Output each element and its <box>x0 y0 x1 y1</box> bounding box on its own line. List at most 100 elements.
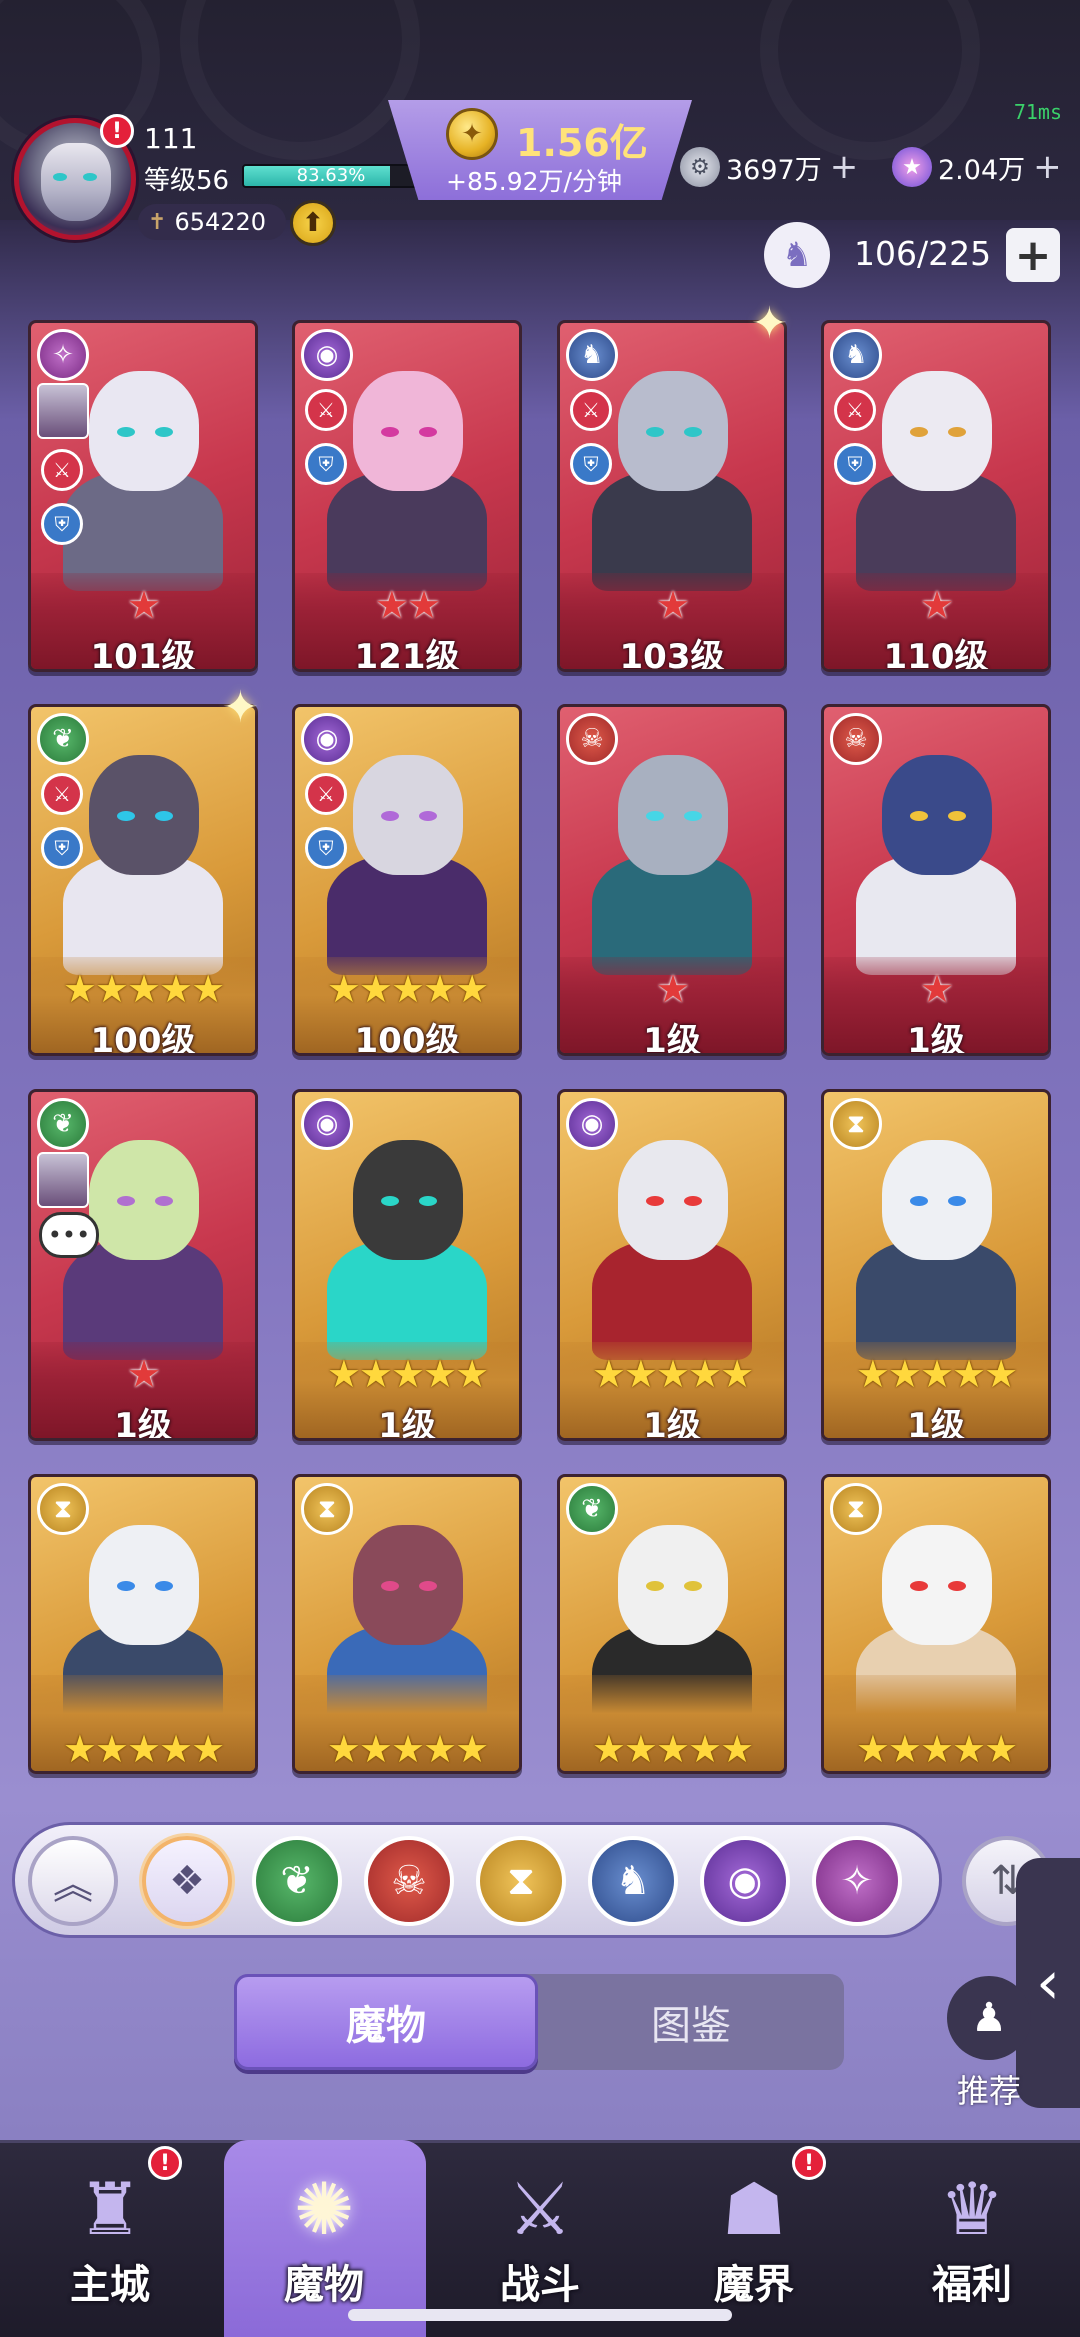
defense-role-icon: ⛨ <box>834 443 876 485</box>
nav-item[interactable]: ⚔ 战斗 <box>442 2140 638 2337</box>
nav-item[interactable]: ♜ 主城! <box>12 2140 208 2337</box>
monster-level: 1级 <box>378 1406 436 1441</box>
nav-item[interactable]: ☗ 魔界! <box>656 2140 852 2337</box>
nav-item[interactable]: ✺ 魔物 <box>226 2140 422 2337</box>
monster-level: 1级 <box>643 1021 701 1056</box>
monster-card[interactable]: ❦ ••• ★ 1级 <box>28 1089 258 1441</box>
monster-card[interactable]: ◉ ⚔ ⛨ ★★★★★ 100级 <box>292 704 522 1056</box>
monster-head <box>618 755 728 875</box>
monster-eye <box>381 427 399 437</box>
nav-alert-badge: ! <box>148 2146 182 2180</box>
star-rating: ★★★★★ <box>326 967 489 1011</box>
monster-head <box>353 1525 463 1645</box>
eye-element-icon: ◉ <box>566 1098 618 1150</box>
eye-element-icon: ◉ <box>301 713 353 765</box>
monster-eye <box>381 811 399 821</box>
sword-icon: ✝ <box>148 209 167 235</box>
eye-element-icon: ◉ <box>727 1858 763 1904</box>
xp-bar: 83.63% <box>242 164 420 188</box>
nav-label: 福利 <box>932 2262 1012 2308</box>
silver-value: 3697万 <box>726 154 822 186</box>
attack-role-icon: ⚔ <box>41 773 83 815</box>
filter-chaos-button[interactable]: ✧ <box>812 1836 902 1926</box>
filter-all-button[interactable]: ❖ <box>142 1836 232 1926</box>
filter-time-button[interactable]: ⧗ <box>476 1836 566 1926</box>
recommend-button[interactable]: ♟ 推荐 <box>944 1976 1034 2112</box>
star-rating: ★ <box>126 583 161 627</box>
monster-level: 1级 <box>907 1021 965 1056</box>
monster-card[interactable]: ❦ ★★★★★ <box>557 1474 787 1774</box>
star-rating: ★ <box>655 967 690 1011</box>
monster-card[interactable]: ☠ ★ 1级 <box>557 704 787 1056</box>
monster-card[interactable]: ♞ ⚔ ⛨ ★ 110级 <box>821 320 1051 672</box>
monster-eye <box>948 427 966 437</box>
monster-card[interactable]: ◉ ★★★★★ 1级 <box>292 1089 522 1441</box>
monster-eye <box>419 811 437 821</box>
monster-eye <box>910 1581 928 1591</box>
silver-coin-icon: ⚙ <box>680 147 720 187</box>
assigned-hero-portrait <box>37 1152 89 1208</box>
filter-nature-button[interactable]: ❦ <box>252 1836 342 1926</box>
star-rating: ★ <box>126 1352 161 1396</box>
attack-role-icon: ⚔ <box>305 773 347 815</box>
monster-head <box>353 1140 463 1260</box>
nature-element-icon: ❦ <box>37 713 89 765</box>
monster-card[interactable]: ☠ ★ 1级 <box>821 704 1051 1056</box>
monster-card[interactable]: ❦ ⚔ ⛨ ★★★★★ 100级 <box>28 704 258 1056</box>
monster-card[interactable]: ⧗ ★★★★★ <box>292 1474 522 1774</box>
gold-coin-icon: ✦ <box>446 108 498 160</box>
nature-element-icon: ❦ <box>280 1858 314 1904</box>
monster-head <box>882 1140 992 1260</box>
dragon-element-icon: ♞ <box>615 1858 651 1904</box>
avatar-face <box>41 143 111 221</box>
time-element-icon: ⧗ <box>506 1858 536 1904</box>
monster-head <box>882 371 992 491</box>
monster-flame-icon: ✺ <box>293 2167 355 2251</box>
nature-element-icon: ❦ <box>566 1483 618 1535</box>
add-crystal-button[interactable]: + <box>1033 147 1062 187</box>
monster-eye <box>117 811 135 821</box>
monster-eye <box>646 811 664 821</box>
monster-card[interactable]: ♞ ⚔ ⛨ ★ 103级 <box>557 320 787 672</box>
star-rating: ★ <box>919 967 954 1011</box>
treasure-chest-icon: ♛ <box>939 2167 1005 2251</box>
collapse-filter-button[interactable]: ︽ <box>28 1836 118 1926</box>
nav-label: 魔物 <box>284 2262 364 2308</box>
monster-eye <box>117 1581 135 1591</box>
upgrade-arrow-button[interactable]: ⬆ <box>290 200 336 246</box>
monster-eye <box>910 427 928 437</box>
silver-currency[interactable]: ⚙ 3697万 + <box>680 146 858 188</box>
tab-monsters[interactable]: 魔物 <box>234 1974 538 2070</box>
demon-element-icon: ☠ <box>830 713 882 765</box>
monster-level: 103级 <box>619 637 725 672</box>
crystal-currency[interactable]: ★ 2.04万 + <box>892 146 1062 188</box>
nav-item[interactable]: ♛ 福利 <box>874 2140 1070 2337</box>
monster-eye <box>419 427 437 437</box>
filter-demon-button[interactable]: ☠ <box>364 1836 454 1926</box>
nav-alert-badge: ! <box>792 2146 826 2180</box>
monster-eye <box>419 1196 437 1206</box>
monster-card[interactable]: ⧗ ★★★★★ 1级 <box>821 1089 1051 1441</box>
dragon-element-icon: ♞ <box>566 329 618 381</box>
monster-card[interactable]: ✧ ⚔ ⛨ ★ 101级 <box>28 320 258 672</box>
monster-card[interactable]: ⧗ ★★★★★ <box>821 1474 1051 1774</box>
monster-card[interactable]: ◉ ★★★★★ 1级 <box>557 1089 787 1441</box>
expand-roster-button[interactable]: + <box>1006 228 1060 282</box>
portal-icon: ☗ <box>721 2167 787 2251</box>
filter-eye-button[interactable]: ◉ <box>700 1836 790 1926</box>
monster-card[interactable]: ◉ ⚔ ⛨ ★★ 121级 <box>292 320 522 672</box>
player-name: 111 <box>144 122 198 155</box>
monster-eye <box>155 427 173 437</box>
home-indicator <box>348 2309 732 2321</box>
chaos-element-icon: ✧ <box>37 329 89 381</box>
monster-head <box>882 1525 992 1645</box>
monster-card[interactable]: ⧗ ★★★★★ <box>28 1474 258 1774</box>
star-rating: ★★★★★ <box>326 1352 489 1396</box>
monster-level: 121级 <box>354 637 460 672</box>
monster-head <box>353 371 463 491</box>
add-silver-button[interactable]: + <box>830 147 859 187</box>
monster-eye <box>419 1581 437 1591</box>
monster-eye <box>948 811 966 821</box>
filter-dragon-button[interactable]: ♞ <box>588 1836 678 1926</box>
tab-codex[interactable]: 图鉴 <box>538 1974 844 2070</box>
